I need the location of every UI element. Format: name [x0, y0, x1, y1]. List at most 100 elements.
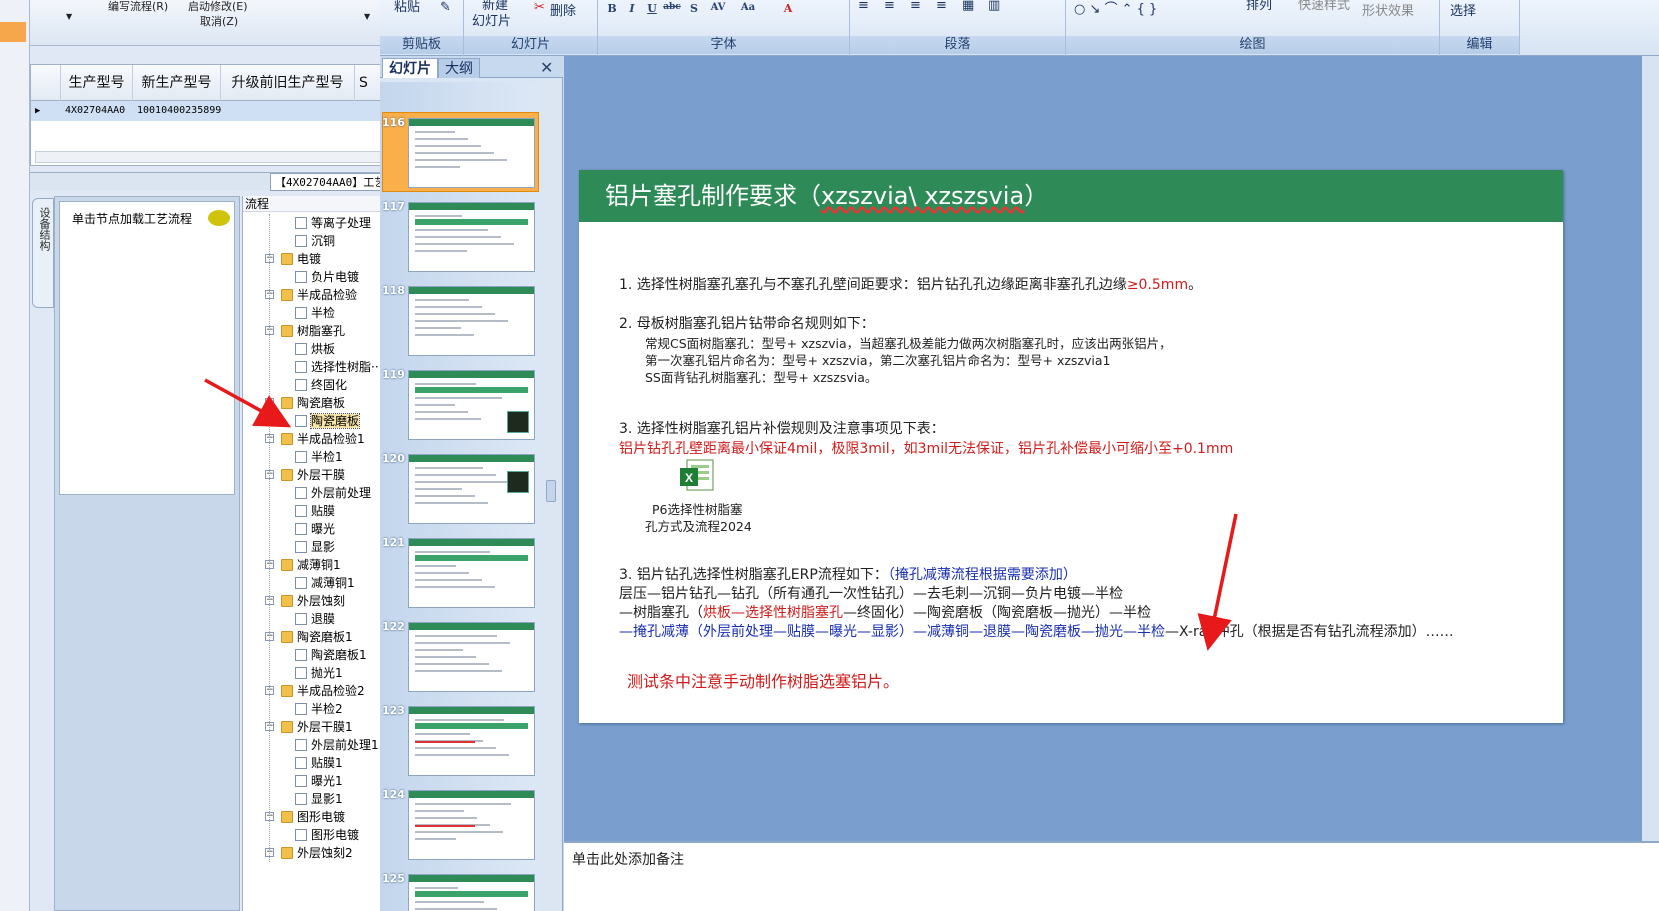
- tree-item[interactable]: 陶瓷磨板1: [281, 628, 353, 646]
- distribute-icon[interactable]: ▦: [962, 0, 974, 13]
- paragraph-1[interactable]: 1. 选择性树脂塞孔塞孔与不塞孔孔壁间距要求：铝片钻孔孔边缘距离非塞孔孔边缘≥0…: [619, 274, 1202, 294]
- col-model[interactable]: 生产型号: [61, 65, 133, 101]
- shape-effects-button[interactable]: 形状效果: [1362, 0, 1414, 19]
- slide-thumbnail[interactable]: [408, 706, 535, 776]
- scrollbar-handle[interactable]: [546, 480, 556, 502]
- close-icon[interactable]: ✕: [540, 58, 553, 77]
- flow-line-3[interactable]: —掩孔减薄（外层前处理—贴膜—曝光—显影）—减薄铜—退膜—陶瓷磨板—抛光—半检—…: [619, 621, 1454, 641]
- align-left-icon[interactable]: ≡: [858, 0, 869, 13]
- tree-item[interactable]: 沉铜: [295, 232, 335, 250]
- columns-icon[interactable]: ▥: [988, 0, 1000, 13]
- tree-item[interactable]: 烘板: [295, 340, 335, 358]
- slide-vscrollbar[interactable]: [1642, 56, 1659, 841]
- tree-item[interactable]: 外层蚀刻: [281, 592, 345, 610]
- change-case-button[interactable]: Aa: [738, 2, 758, 18]
- tree-item[interactable]: 半成品检验1: [281, 430, 365, 448]
- slide-canvas[interactable]: 铝片塞孔制作要求（xzszvia\ xzszsvia） 1. 选择性树脂塞孔塞孔…: [579, 170, 1563, 723]
- thumbnail-scrollbar[interactable]: [542, 82, 560, 911]
- tree-item[interactable]: 陶瓷磨板1: [295, 646, 367, 664]
- tree-item[interactable]: 陶瓷磨板: [295, 412, 361, 430]
- grid-hscrollbar[interactable]: [35, 151, 397, 163]
- write-process-button[interactable]: 编写流程(R): [108, 0, 168, 14]
- erp-strip-selected[interactable]: [0, 22, 26, 42]
- delete-icon[interactable]: ✂: [534, 0, 545, 15]
- test-strip-note[interactable]: 测试条中注意手动制作树脂选塞铝片。: [627, 668, 899, 692]
- process-tab[interactable]: 【4X02704AA0】工艺: [270, 173, 391, 191]
- bold-button[interactable]: B: [602, 2, 622, 18]
- equipment-structure-tab[interactable]: 设备结构: [32, 198, 54, 308]
- tree-item[interactable]: 曝光: [295, 520, 335, 538]
- slide-thumbnail[interactable]: [408, 622, 535, 692]
- slide-thumbnail[interactable]: [408, 790, 535, 860]
- tree-item[interactable]: 减薄铜1: [295, 574, 355, 592]
- slide-thumbnail[interactable]: [408, 118, 535, 188]
- font-color-button[interactable]: A: [778, 2, 798, 18]
- tree-item[interactable]: 电镀: [281, 250, 321, 268]
- arrange-button[interactable]: 排列: [1246, 0, 1272, 13]
- justify-icon[interactable]: ≡: [936, 0, 947, 13]
- tree-item[interactable]: 退膜: [295, 610, 335, 628]
- tree-item[interactable]: 终固化: [295, 376, 347, 394]
- strikethrough-button[interactable]: abc: [662, 2, 682, 18]
- flow-line-1[interactable]: 层压—铝片钻孔—钻孔（所有通孔一次性钻孔）—去毛刺—沉铜—负片电镀—半检: [619, 583, 1123, 603]
- tree-item[interactable]: 外层蚀刻2: [281, 844, 353, 862]
- tree-item[interactable]: 半成品检验: [281, 286, 357, 304]
- format-painter-icon[interactable]: ✎: [440, 0, 451, 15]
- start-edit-button[interactable]: 启动修改(E): [188, 0, 248, 14]
- select-button[interactable]: 选择: [1450, 0, 1476, 19]
- paragraph-3-title[interactable]: 3. 选择性树脂塞孔铝片补偿规则及注意事项见下表：: [619, 418, 945, 438]
- slide-thumbnail[interactable]: [408, 202, 535, 272]
- flow-line-2[interactable]: —树脂塞孔（烘板—选择性树脂塞孔—终固化）—陶瓷磨板（陶瓷磨板—抛光）—半检: [619, 602, 1151, 622]
- tree-item[interactable]: 负片电镀: [295, 268, 359, 286]
- tab-outline[interactable]: 大纲: [438, 58, 480, 78]
- slide-thumbnail[interactable]: [408, 454, 535, 524]
- tree-item[interactable]: 等离子处理: [295, 214, 371, 232]
- tree-item[interactable]: 半检2: [295, 700, 343, 718]
- cancel-button[interactable]: 取消(Z): [200, 13, 238, 29]
- paragraph-2-line-3[interactable]: SS面背钻孔树脂塞孔：型号+ xzszsvia。: [645, 367, 877, 386]
- paragraph-3-red[interactable]: 铝片钻孔孔壁距离最小保证4mil，极限3mil，如3mil无法保证，铝片孔补偿最…: [619, 438, 1233, 458]
- quick-styles-button[interactable]: 快速样式: [1298, 0, 1350, 13]
- tree-item[interactable]: 选择性树脂··: [295, 358, 379, 376]
- tree-item[interactable]: 贴膜1: [295, 754, 343, 772]
- tree-item[interactable]: 抛光1: [295, 664, 343, 682]
- paragraph-2-title[interactable]: 2. 母板树脂塞孔铝片钻带命名规则如下：: [619, 313, 875, 333]
- tree-item[interactable]: 半成品检验2: [281, 682, 365, 700]
- tree-item[interactable]: 半检1: [295, 448, 343, 466]
- tree-item[interactable]: 外层干膜1: [281, 718, 353, 736]
- slide-thumbnail[interactable]: [408, 538, 535, 608]
- align-right-icon[interactable]: ≡: [910, 0, 921, 13]
- comment-bubble-icon[interactable]: [208, 210, 230, 226]
- new-slide-label[interactable]: 幻灯片: [472, 10, 511, 29]
- slide-title[interactable]: 铝片塞孔制作要求（xzszvia\ xzszsvia）: [579, 170, 1563, 222]
- tree-item[interactable]: 显影: [295, 538, 335, 556]
- delete-button[interactable]: 删除: [550, 0, 576, 19]
- tree-item[interactable]: 外层前处理: [295, 484, 371, 502]
- notes-pane[interactable]: 单击此处添加备注: [564, 841, 1659, 911]
- italic-button[interactable]: I: [622, 2, 642, 18]
- dropdown-arrow-icon[interactable]: ▼: [66, 12, 72, 21]
- shapes-gallery-icon[interactable]: ○ ↘ ⌒ ⌃ { }: [1074, 0, 1157, 17]
- tree-item[interactable]: 曝光1: [295, 772, 343, 790]
- tree-item[interactable]: 半检: [295, 304, 335, 322]
- tree-item[interactable]: 贴膜: [295, 502, 335, 520]
- tree-item[interactable]: 显影1: [295, 790, 343, 808]
- tree-item[interactable]: 图形电镀: [281, 808, 345, 826]
- paragraph-4-title[interactable]: 3. 铝片钻孔选择性树脂塞孔ERP流程如下：（掩孔减薄流程根据需要添加）: [619, 564, 1077, 584]
- col-old-model[interactable]: 升级前旧生产型号: [221, 65, 355, 101]
- tree-item[interactable]: 外层前处理1: [295, 736, 379, 754]
- slide-thumbnail[interactable]: [408, 874, 535, 911]
- tree-item[interactable]: 外层干膜: [281, 466, 345, 484]
- tree-item[interactable]: 陶瓷磨板: [281, 394, 345, 412]
- underline-button[interactable]: U: [642, 2, 662, 18]
- slide-thumbnail[interactable]: [408, 370, 535, 440]
- excel-icon[interactable]: X: [679, 458, 715, 492]
- slide-thumbnail[interactable]: [408, 286, 535, 356]
- paste-button[interactable]: 粘贴: [394, 0, 420, 15]
- col-new-model[interactable]: 新生产型号: [133, 65, 221, 101]
- char-spacing-button[interactable]: AV: [708, 2, 728, 18]
- align-center-icon[interactable]: ≡: [884, 0, 895, 13]
- tree-item[interactable]: 减薄铜1: [281, 556, 341, 574]
- tab-slides[interactable]: 幻灯片: [382, 58, 438, 78]
- shadow-button[interactable]: S: [684, 2, 704, 18]
